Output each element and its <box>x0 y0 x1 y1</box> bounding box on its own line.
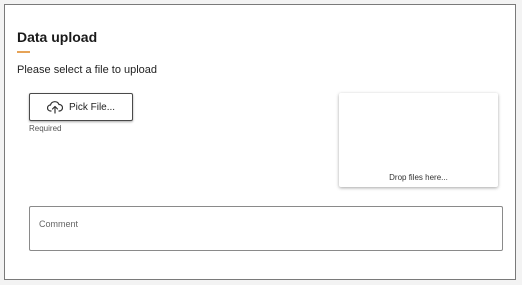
section-title: Data upload <box>17 29 98 45</box>
required-note: Required <box>29 124 62 133</box>
file-dropzone[interactable]: Drop files here... <box>339 93 498 187</box>
upload-instruction: Please select a file to upload <box>17 64 158 76</box>
pick-file-label: Pick File... <box>68 101 116 113</box>
comment-field[interactable]: Comment <box>29 206 503 251</box>
dropzone-text: Drop files here... <box>389 173 448 182</box>
data-upload-panel: Data upload Please select a file to uplo… <box>4 4 516 280</box>
comment-placeholder: Comment <box>39 219 79 229</box>
title-accent-underline <box>17 51 30 53</box>
pick-file-button[interactable]: Pick File... <box>29 93 133 121</box>
cloud-upload-icon <box>46 100 64 114</box>
